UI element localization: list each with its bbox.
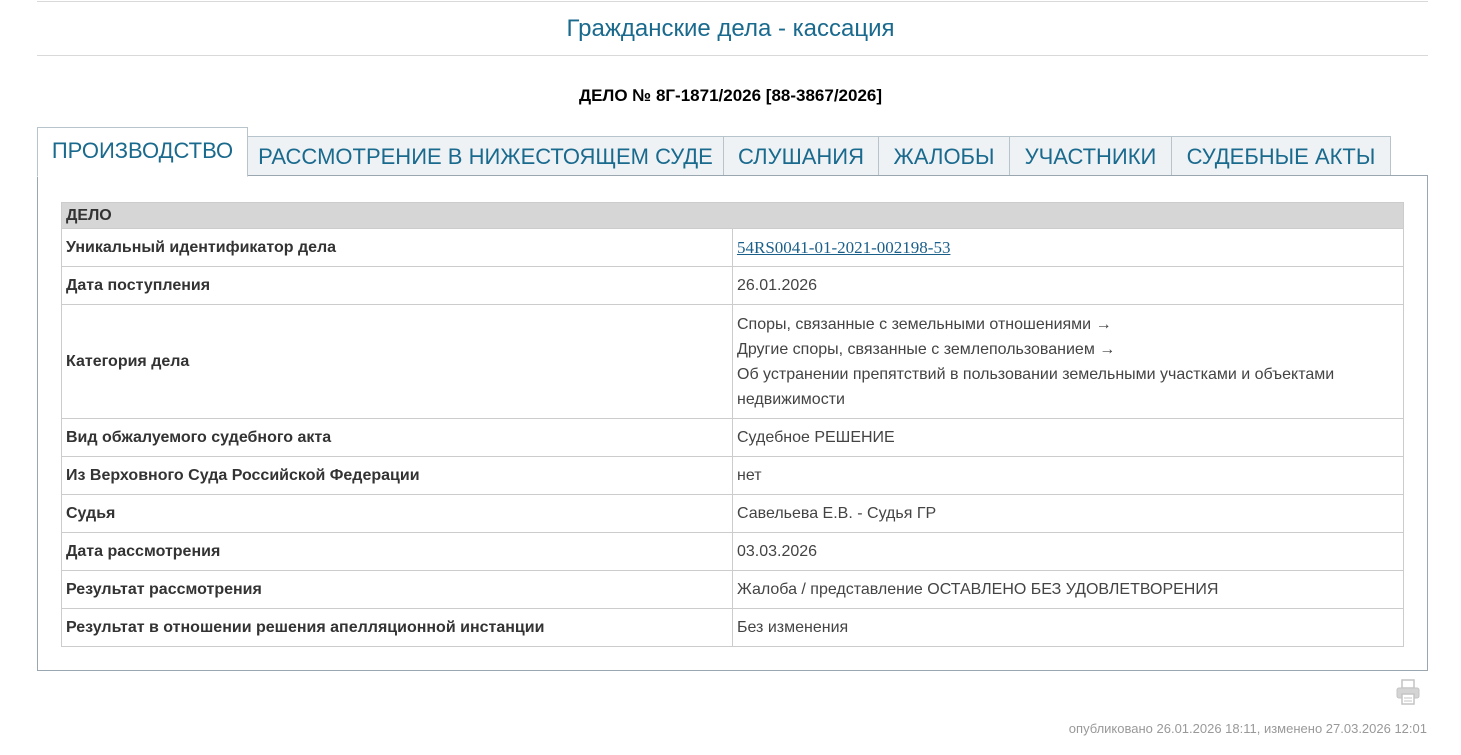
row-value-category: Споры, связанные с земельными отношениям… [732,304,1404,419]
tab-participants[interactable]: УЧАСТНИКИ [1009,136,1172,176]
tab-panel-proceedings: ДЕЛО Уникальный идентификатор дела 54RS0… [37,175,1428,671]
table-row: Судья Савельева Е.В. - Судья ГР [61,494,1404,533]
unique-id-link[interactable]: 54RS0041-01-2021-002198-53 [737,238,950,257]
table-group-header: ДЕЛО [61,202,1404,229]
row-label-from-supreme-court: Из Верховного Суда Российской Федерации [61,456,733,495]
row-value-from-supreme-court: нет [732,456,1404,495]
tab-complaints[interactable]: ЖАЛОБЫ [878,136,1010,176]
row-label-appeal-result: Результат в отношении решения апелляцион… [61,608,733,647]
category-line: недвижимости [737,390,845,408]
tab-court-acts[interactable]: СУДЕБНЫЕ АКТЫ [1171,136,1391,176]
page: Гражданские дела - кассация ДЕЛО № 8Г-18… [0,0,1461,755]
tab-proceedings[interactable]: ПРОИЗВОДСТВО [37,127,248,177]
row-label-review-date: Дата рассмотрения [61,532,733,571]
row-label-appealed-act-type: Вид обжалуемого судебного акта [61,418,733,457]
case-number-heading: ДЕЛО № 8Г-1871/2026 [88-3867/2026] [578,86,883,105]
section-title: Гражданские дела - кассация [566,15,895,42]
printer-icon-graphic [1396,679,1420,705]
row-value-review-result: Жалоба / представление ОСТАВЛЕНО БЕЗ УДО… [732,570,1404,609]
table-row: Вид обжалуемого судебного акта Судебное … [61,418,1404,457]
tab-lower-court-review[interactable]: РАССМОТРЕНИЕ В НИЖЕСТОЯЩЕМ СУДЕ [247,136,724,176]
row-value-appealed-act-type: Судебное РЕШЕНИЕ [732,418,1404,457]
row-value-receipt-date: 26.01.2026 [732,266,1404,305]
table-row: Результат в отношении решения апелляцион… [61,608,1404,647]
row-value-judge: Савельева Е.В. - Судья ГР [732,494,1404,533]
table-row: Из Верховного Суда Российской Федерации … [61,456,1404,495]
category-line: Споры, связанные с земельными отношениям… [737,315,1112,333]
printer-icon[interactable] [1396,679,1420,705]
row-label-receipt-date: Дата поступления [61,266,733,305]
row-value-review-date: 03.03.2026 [732,532,1404,571]
row-value-unique-id: 54RS0041-01-2021-002198-53 [732,228,1404,267]
row-value-appeal-result: Без изменения [732,608,1404,647]
category-line: Об устранении препятствий в пользовании … [737,365,1335,383]
table-row: Уникальный идентификатор дела 54RS0041-0… [61,228,1404,267]
top-divider [37,1,1428,2]
published-modified-note: опубликовано 26.01.2026 18:11, изменено … [1068,721,1427,736]
row-label-review-result: Результат рассмотрения [61,570,733,609]
table-row: Дата поступления 26.01.2026 [61,266,1404,305]
case-details-table: ДЕЛО Уникальный идентификатор дела 54RS0… [61,202,1404,647]
table-row: Дата рассмотрения 03.03.2026 [61,532,1404,571]
tab-bar: ПРОИЗВОДСТВО РАССМОТРЕНИЕ В НИЖЕСТОЯЩЕМ … [37,127,1428,177]
table-row: Категория дела Споры, связанные с земель… [61,304,1404,419]
table-row: Результат рассмотрения Жалоба / представ… [61,570,1404,609]
row-label-unique-id: Уникальный идентификатор дела [61,228,733,267]
row-label-category: Категория дела [61,304,733,419]
row-label-judge: Судья [61,494,733,533]
category-line: Другие споры, связанные с землепользован… [737,340,1116,358]
title-divider [37,55,1428,56]
tab-hearings[interactable]: СЛУШАНИЯ [723,136,879,176]
